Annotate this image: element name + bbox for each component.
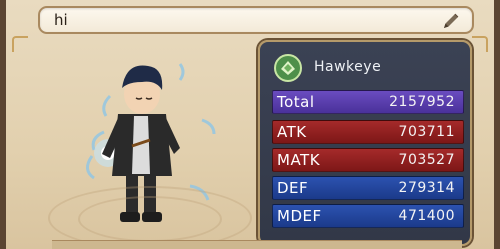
stat-value: 279314 (398, 180, 455, 196)
pencil-icon[interactable] (440, 10, 462, 32)
stat-label: MDEF (277, 207, 322, 225)
stats-panel: Hawkeye Total 2157952 ATK 703711 MATK 70… (258, 40, 472, 246)
stat-value: 2157952 (389, 94, 455, 110)
class-name: Hawkeye (314, 59, 382, 75)
frame-ornament-right (472, 36, 488, 52)
stat-value: 703711 (398, 124, 455, 140)
stat-def: DEF 279314 (272, 176, 464, 200)
profile-window: hi Hawkeye Total 2157952 ATK 703711 MATK… (0, 0, 500, 249)
frame-ornament-left (12, 36, 28, 52)
stat-value: 471400 (398, 208, 455, 224)
stat-atk: ATK 703711 (272, 120, 464, 144)
magic-circle-inner (78, 196, 222, 242)
stat-total: Total 2157952 (272, 90, 464, 114)
name-text: hi (54, 11, 68, 29)
stat-label: MATK (277, 151, 321, 169)
stat-label: ATK (277, 123, 307, 141)
stat-mdef: MDEF 471400 (272, 204, 464, 228)
stat-matk: MATK 703527 (272, 148, 464, 172)
stat-value: 703527 (398, 152, 455, 168)
stat-label: DEF (277, 179, 309, 197)
name-field[interactable]: hi (38, 6, 474, 34)
stat-label: Total (277, 93, 315, 111)
hawkeye-class-icon (274, 54, 302, 82)
bottom-panel-edge (52, 240, 462, 249)
character-portrait (30, 36, 256, 249)
class-header: Hawkeye (274, 54, 464, 82)
